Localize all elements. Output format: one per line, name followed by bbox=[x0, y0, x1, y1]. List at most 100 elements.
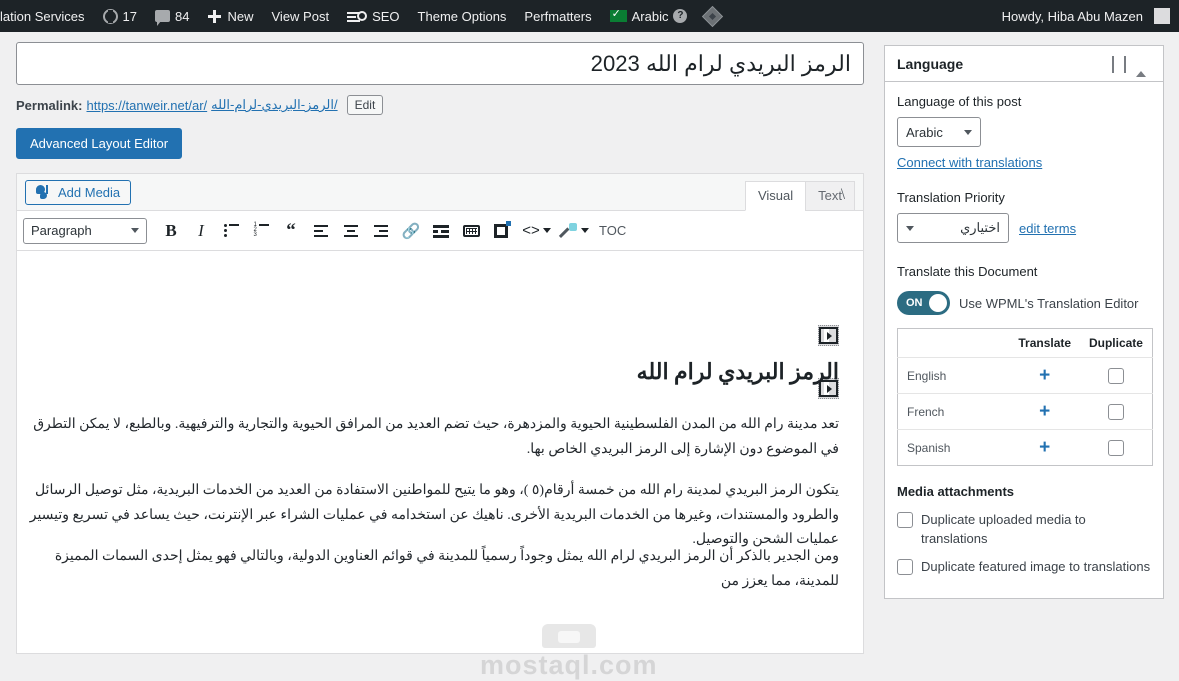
table-row: French + bbox=[897, 393, 1153, 430]
admin-bar-comments[interactable]: 84 bbox=[146, 0, 198, 32]
insert-element-button[interactable] bbox=[487, 217, 515, 245]
duplicate-featured-row: Duplicate featured image to translations bbox=[897, 558, 1151, 577]
magic-wand-dropdown-caret-icon[interactable] bbox=[581, 228, 589, 233]
embed-placeholder-icon[interactable] bbox=[818, 325, 839, 346]
duplicate-media-checkbox[interactable] bbox=[897, 512, 913, 528]
duplicate-checkbox[interactable] bbox=[1107, 403, 1124, 420]
admin-bar-theme-options[interactable]: Theme Options bbox=[409, 0, 516, 32]
row-translate-cell: + bbox=[1009, 393, 1080, 430]
toggle-state-label: ON bbox=[906, 297, 923, 309]
source-code-dropdown-caret-icon[interactable] bbox=[543, 228, 551, 233]
move-up-button[interactable] bbox=[1107, 56, 1119, 73]
magic-wand-button[interactable] bbox=[555, 217, 583, 245]
translation-priority-select[interactable]: اختياري bbox=[897, 213, 1009, 243]
tab-visual[interactable]: Visual bbox=[744, 181, 807, 211]
admin-bar-language[interactable]: Arabic ? bbox=[601, 0, 697, 32]
fullscreen-button[interactable]: ⧵ bbox=[823, 174, 863, 214]
formatting-toolbar: Paragraph B I 123 “ 🔗 <> TOC ⧵ bbox=[17, 186, 863, 251]
column-language bbox=[897, 328, 1010, 358]
source-code-button[interactable]: <> bbox=[517, 217, 545, 245]
admin-bar-site-name[interactable]: lation Services bbox=[0, 0, 94, 32]
language-metabox-body: Language of this post Arabic Connect wit… bbox=[885, 82, 1163, 598]
content-paragraph: يتكون الرمز البريدي لمدينة رام الله من خ… bbox=[29, 483, 839, 547]
admin-bar-view-post[interactable]: View Post bbox=[263, 0, 339, 32]
translation-editor-toggle[interactable]: ON bbox=[897, 291, 950, 315]
editor-container: Add Media Visual Text Paragraph B I 123 … bbox=[16, 173, 864, 654]
avatar bbox=[1154, 8, 1170, 24]
chevron-down-icon bbox=[131, 228, 139, 233]
plus-icon bbox=[207, 9, 222, 24]
italic-button[interactable]: I bbox=[187, 217, 215, 245]
bulleted-list-button[interactable] bbox=[217, 217, 245, 245]
add-translation-icon[interactable]: + bbox=[1039, 401, 1050, 422]
admin-bar-revisions[interactable]: 17 bbox=[94, 0, 146, 32]
admin-bar-seo[interactable]: SEO bbox=[338, 0, 408, 32]
edit-terms-link[interactable]: edit terms bbox=[1019, 221, 1076, 236]
align-center-button[interactable] bbox=[337, 217, 365, 245]
chevron-down-icon bbox=[1124, 56, 1126, 73]
perfmatters-label: Perfmatters bbox=[524, 8, 592, 24]
permalink-slug-link[interactable]: الرمز-البريدي-لرام-الله/ bbox=[211, 97, 337, 113]
column-translate: Translate bbox=[1009, 328, 1080, 358]
read-more-button[interactable] bbox=[427, 217, 455, 245]
post-title-wrap bbox=[16, 42, 864, 85]
seo-label: SEO bbox=[372, 8, 400, 24]
comment-count: 84 bbox=[175, 8, 190, 24]
admin-bar-new[interactable]: New bbox=[198, 0, 262, 32]
language-of-post-label: Language of this post bbox=[897, 94, 1022, 109]
translation-editor-toggle-label: Use WPML's Translation Editor bbox=[959, 295, 1139, 311]
add-translation-icon[interactable]: + bbox=[1039, 365, 1050, 386]
add-translation-icon[interactable]: + bbox=[1039, 437, 1050, 458]
toc-button[interactable]: TOC bbox=[593, 217, 632, 245]
add-media-button[interactable]: Add Media bbox=[25, 179, 132, 205]
bulleted-list-icon bbox=[223, 224, 239, 237]
post-title-input[interactable] bbox=[27, 49, 853, 78]
revision-icon bbox=[102, 8, 118, 24]
align-right-button[interactable] bbox=[367, 217, 395, 245]
permalink-base-link[interactable]: https://tanweir.net/ar/ bbox=[86, 98, 207, 113]
row-language-label: English bbox=[897, 357, 1010, 394]
numbered-list-button[interactable]: 123 bbox=[247, 217, 275, 245]
advanced-layout-editor-button[interactable]: Advanced Layout Editor bbox=[16, 128, 183, 159]
connect-with-translations-link[interactable]: Connect with translations bbox=[897, 155, 1042, 170]
admin-bar-my-account[interactable]: Howdy, Hiba Abu Mazen bbox=[993, 0, 1179, 32]
admin-bar-perfmatters[interactable]: Perfmatters bbox=[515, 0, 600, 32]
align-center-icon bbox=[344, 224, 358, 237]
admin-bar-plugin-diamond[interactable] bbox=[696, 0, 729, 32]
duplicate-checkbox[interactable] bbox=[1107, 367, 1124, 384]
numbered-list-icon: 123 bbox=[254, 222, 269, 238]
help-icon[interactable]: ? bbox=[673, 9, 688, 23]
flag-icon bbox=[609, 7, 627, 22]
align-right-icon bbox=[374, 224, 388, 237]
duplicate-featured-label: Duplicate featured image to translations bbox=[921, 558, 1151, 574]
move-down-button[interactable] bbox=[1119, 56, 1131, 73]
content-paragraph: ومن الجدير بالذكر أن الرمز البريدي لرام … bbox=[54, 549, 839, 589]
duplicate-media-row: Duplicate uploaded media to translations bbox=[897, 511, 1151, 549]
align-left-button[interactable] bbox=[307, 217, 335, 245]
insert-link-button[interactable]: 🔗 bbox=[397, 217, 425, 245]
row-duplicate-cell bbox=[1079, 357, 1153, 394]
chevron-down-icon bbox=[964, 129, 972, 135]
duplicate-checkbox[interactable] bbox=[1107, 439, 1124, 456]
keyboard-icon bbox=[462, 224, 480, 237]
language-label: Arabic bbox=[631, 8, 669, 24]
paragraph-format-select[interactable]: Paragraph bbox=[23, 217, 147, 244]
format-select-value: Paragraph bbox=[31, 223, 92, 238]
media-attachments-label: Media attachments bbox=[897, 484, 1015, 499]
collapse-toggle-button[interactable] bbox=[1131, 56, 1151, 77]
magic-wand-icon bbox=[561, 222, 577, 239]
blockquote-button[interactable]: “ bbox=[277, 217, 305, 245]
editor-content-area[interactable]: الرمز البريدي لرام الله تعد مدينة رام ال… bbox=[17, 251, 863, 653]
content-paragraph: تعد مدينة رام الله من المدن الفلسطينية ا… bbox=[33, 417, 839, 457]
admin-bar: lation Services 17 84 New View Post SEO … bbox=[0, 0, 1179, 32]
language-select[interactable]: Arabic bbox=[897, 117, 981, 147]
translation-priority-label: Translation Priority bbox=[897, 190, 1005, 205]
keyboard-shortcuts-button[interactable] bbox=[457, 217, 485, 245]
column-duplicate: Duplicate bbox=[1079, 328, 1153, 358]
table-row: Spanish + bbox=[898, 430, 1153, 466]
duplicate-featured-checkbox[interactable] bbox=[897, 558, 913, 575]
edit-permalink-button[interactable]: Edit bbox=[346, 95, 384, 115]
language-select-value: Arabic bbox=[906, 124, 943, 140]
diamond-icon bbox=[702, 5, 724, 27]
bold-button[interactable]: B bbox=[157, 217, 185, 245]
